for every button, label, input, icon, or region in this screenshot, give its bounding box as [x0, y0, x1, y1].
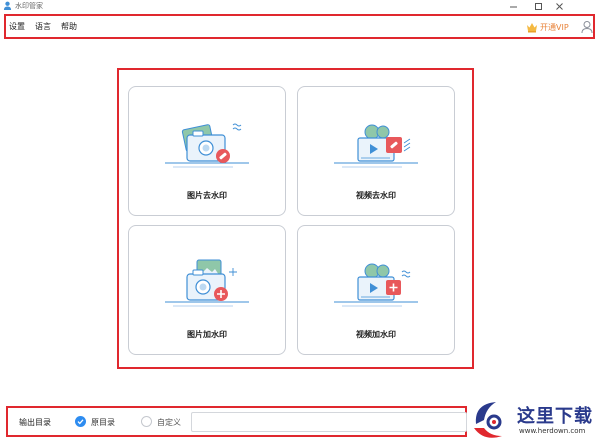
minimize-button[interactable]	[505, 0, 521, 12]
close-icon	[555, 2, 563, 10]
app-title: 水印管家	[15, 2, 43, 10]
tool-label: 视频加水印	[356, 330, 396, 339]
vip-label: 开通VIP	[540, 22, 569, 32]
radio-custom-dir[interactable]	[141, 416, 152, 427]
photo-remove-watermark-card[interactable]: 图片去水印	[128, 86, 286, 216]
output-directory-label: 输出目录	[19, 418, 51, 427]
menu-settings[interactable]: 设置	[9, 22, 25, 32]
crown-icon	[527, 22, 537, 32]
photo-add-watermark-card[interactable]: 图片加水印	[128, 225, 286, 355]
output-path-input[interactable]	[191, 412, 467, 432]
video-add-watermark-icon	[334, 263, 418, 307]
site-watermark-url: www.herdown.com	[519, 427, 586, 435]
radio-original-dir[interactable]	[75, 416, 86, 427]
site-watermark-logo	[474, 402, 502, 438]
video-remove-watermark-icon	[334, 124, 418, 168]
maximize-button[interactable]	[530, 0, 546, 12]
photo-add-watermark-icon	[165, 259, 249, 307]
app-logo-icon	[3, 1, 12, 11]
output-bar: 输出目录 原目录 自定义	[6, 406, 467, 437]
video-remove-watermark-card[interactable]: 视频去水印	[297, 86, 455, 216]
open-vip-button[interactable]: 开通VIP	[526, 20, 569, 34]
tool-grid: 图片去水印 视频去水印 图片加水印 视频加水印	[117, 68, 474, 369]
tool-label: 图片加水印	[187, 330, 227, 339]
user-icon[interactable]	[581, 20, 593, 34]
maximize-icon	[534, 2, 542, 10]
close-button[interactable]	[551, 0, 567, 12]
menu-bar: 设置 语言 帮助 开通VIP	[4, 14, 595, 39]
check-icon	[77, 419, 84, 425]
site-watermark-title: 这里下载	[517, 406, 593, 427]
title-bar: 水印管家	[0, 0, 600, 12]
video-add-watermark-card[interactable]: 视频加水印	[297, 225, 455, 355]
menu-language[interactable]: 语言	[35, 22, 51, 32]
tool-label: 图片去水印	[187, 191, 227, 200]
radio-original-dir-label[interactable]: 原目录	[91, 417, 115, 428]
photo-remove-watermark-icon	[165, 123, 249, 168]
radio-custom-dir-label[interactable]: 自定义	[157, 417, 181, 428]
minimize-icon	[509, 6, 517, 7]
tool-label: 视频去水印	[356, 191, 396, 200]
menu-help[interactable]: 帮助	[61, 22, 77, 32]
